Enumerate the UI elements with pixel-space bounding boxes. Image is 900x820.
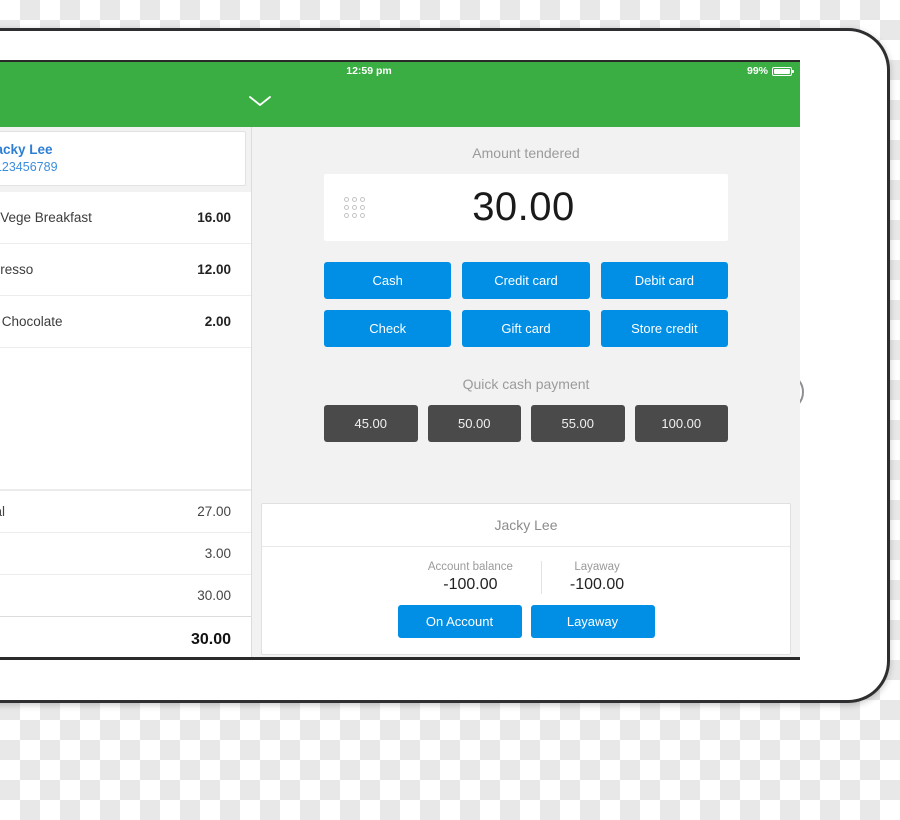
cart-panel: Jacky Lee 0123456789 1 Big Vege Breakfas…: [0, 127, 252, 657]
amount-tendered-value: 30.00: [472, 185, 575, 229]
payment-method-cash[interactable]: Cash: [324, 262, 452, 299]
quick-cash-option[interactable]: 50.00: [427, 405, 521, 442]
quick-cash-heading: Quick cash payment: [462, 376, 590, 392]
payment-method-credit-card[interactable]: Credit card: [462, 262, 590, 299]
cart-item-name: Big Vege Breakfast: [0, 210, 92, 226]
payment-methods-grid: Cash Credit card Debit card Check Gift c…: [324, 262, 728, 347]
cart-item-row[interactable]: 1 Hot Chocolate 2.00: [0, 296, 251, 349]
status-bar: No SIM ◓ 12:59 pm 99%: [0, 62, 800, 80]
main-split: Jacky Lee 0123456789 1 Big Vege Breakfas…: [0, 127, 800, 657]
payment-method-store-credit[interactable]: Store credit: [600, 310, 728, 347]
cart-items-list: 1 Big Vege Breakfast 16.00 2 Espresso 12…: [0, 192, 251, 349]
account-balance-label: Account balance: [427, 561, 513, 573]
cart-item-name: Espresso: [0, 262, 34, 278]
customer-summary-container: Jacky Lee Account balance -100.00 Layawa…: [252, 503, 800, 657]
customer-card-container: Jacky Lee 0123456789: [0, 127, 251, 193]
customer-summary-actions: On Account Layaway: [262, 605, 790, 638]
customer-name: Jacky Lee: [0, 142, 53, 157]
customer-card[interactable]: Jacky Lee 0123456789: [0, 131, 246, 187]
customer-summary-title: Jacky Lee: [262, 504, 790, 547]
quick-cash-option[interactable]: 55.00: [531, 405, 625, 442]
payment-panel: Amount tendered 30.00 Cash Credit card D…: [252, 127, 800, 657]
customer-summary-stats: Account balance -100.00 Layaway -100.00: [262, 561, 790, 594]
subtotal-value: 27.00: [197, 504, 231, 519]
customer-phone: 0123456789: [0, 160, 58, 175]
account-balance-value: -100.00: [443, 576, 498, 593]
subtotal-label: Sub-total: [0, 504, 6, 519]
customer-summary-card: Jacky Lee Account balance -100.00 Layawa…: [261, 503, 791, 655]
pay-row[interactable]: Pay 30.00: [0, 616, 251, 657]
chevron-down-icon[interactable]: [248, 94, 272, 113]
status-bar-clock: 12:59 pm: [346, 65, 392, 77]
payment-area: Amount tendered 30.00 Cash Credit card D…: [252, 127, 800, 442]
amount-tendered-field[interactable]: 30.00: [324, 174, 728, 241]
layaway-button[interactable]: Layaway: [530, 605, 655, 638]
nav-bar-left-group: [0, 90, 272, 117]
pay-value: 30.00: [190, 630, 231, 648]
quick-cash-option[interactable]: 100.00: [634, 405, 728, 442]
on-account-button[interactable]: On Account: [397, 605, 522, 638]
tax-value: 3.00: [204, 546, 231, 561]
account-balance-stat: Account balance -100.00: [400, 561, 541, 594]
cart-totals: Sub-total 27.00 Tax 3.00 Total 30.00 Pay…: [0, 490, 251, 657]
tax-row[interactable]: Tax 3.00: [0, 532, 251, 574]
quick-cash-option[interactable]: 45.00: [324, 405, 418, 442]
cart-empty-space: [0, 348, 251, 490]
cart-item-price: 2.00: [204, 314, 231, 330]
layaway-stat: Layaway -100.00: [540, 561, 652, 594]
customer-summary-body: Account balance -100.00 Layaway -100.00 …: [262, 547, 790, 654]
nav-bar: [0, 80, 800, 127]
subtotal-row: Sub-total 27.00: [0, 490, 251, 532]
layaway-label: Layaway: [574, 561, 620, 573]
cart-item-name: Hot Chocolate: [0, 314, 63, 330]
payment-method-debit-card[interactable]: Debit card: [600, 262, 728, 299]
cart-item-row[interactable]: 1 Big Vege Breakfast 16.00: [0, 192, 251, 245]
status-bar-right: 99%: [746, 65, 794, 77]
total-row: Total 30.00: [0, 574, 251, 616]
customer-card-text: Jacky Lee 0123456789: [0, 141, 58, 176]
amount-tendered-heading: Amount tendered: [472, 145, 580, 161]
cart-item-price: 16.00: [197, 210, 231, 226]
app-screen: No SIM ◓ 12:59 pm 99%: [0, 60, 800, 660]
total-value: 30.00: [197, 588, 231, 603]
battery-percent-label: 99%: [746, 65, 768, 77]
battery-icon: [772, 66, 794, 76]
quick-cash-grid: 45.00 50.00 55.00 100.00: [324, 405, 728, 442]
payment-method-check[interactable]: Check: [324, 310, 452, 347]
cart-item-row[interactable]: 2 Espresso 12.00: [0, 244, 251, 297]
layaway-value: -100.00: [569, 576, 625, 593]
payment-method-gift-card[interactable]: Gift card: [462, 310, 590, 347]
cart-item-price: 12.00: [197, 262, 231, 278]
